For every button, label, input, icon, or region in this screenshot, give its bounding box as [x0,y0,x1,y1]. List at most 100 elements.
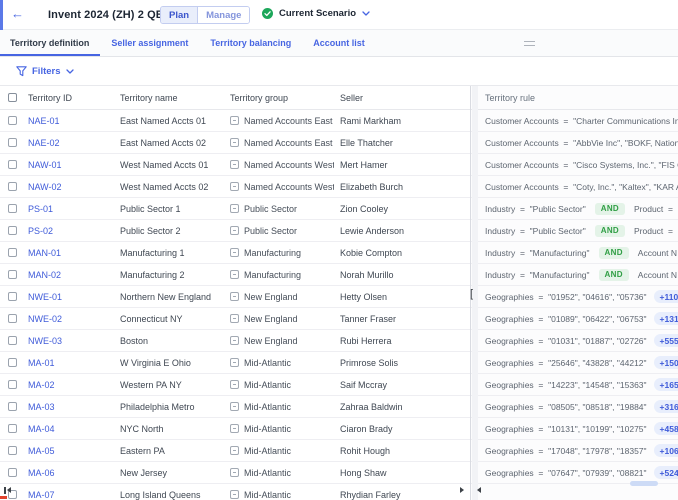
territory-rule-row[interactable]: Customer Accounts = "AbbVie Inc", "BOKF,… [471,132,678,154]
column-header-territory-name[interactable]: Territory name [120,93,230,103]
table-row[interactable]: NAW-01West Named Accts 01Named Accounts … [0,154,470,176]
row-checkbox[interactable] [8,138,17,147]
seller-name: Lewie Anderson [340,226,470,236]
territory-rule-row[interactable]: Geographies = "10131", "10199", "10275"+… [471,418,678,440]
row-checkbox[interactable] [8,424,17,433]
select-all-checkbox[interactable] [8,93,17,102]
table-row[interactable]: MA-02Western PA NYMid-AtlanticSaif Mccra… [0,374,470,396]
territory-rule-row[interactable]: Geographies = "17048", "17978", "18357"+… [471,440,678,462]
column-header-seller[interactable]: Seller [340,93,470,103]
territory-id-link[interactable]: MA-02 [28,380,120,390]
row-checkbox[interactable] [8,226,17,235]
scroll-right-icon[interactable] [460,487,464,493]
territory-rule-row[interactable] [471,484,678,500]
territory-rule-row[interactable]: Customer Accounts = "Coty, Inc.", "Kalte… [471,176,678,198]
row-checkbox[interactable] [8,292,17,301]
tab-territory-balancing[interactable]: Territory balancing [199,30,302,56]
table-row[interactable]: NWE-03BostonNew EnglandRubi Herrera [0,330,470,352]
territory-rule-row[interactable]: Industry = "Manufacturing"ANDAccount N [471,264,678,286]
table-row[interactable]: MA-07Long Island QueensMid-AtlanticRhydi… [0,484,470,500]
territory-rule-row[interactable]: Geographies = "01089", "06422", "06753"+… [471,308,678,330]
row-checkbox[interactable] [8,160,17,169]
table-row[interactable]: MA-01W Virginia E OhioMid-AtlanticPrimro… [0,352,470,374]
territory-id-link[interactable]: MA-07 [28,490,120,500]
territory-rule-row[interactable]: Geographies = "14223", "14548", "15363"+… [471,374,678,396]
more-count-badge[interactable]: +1316 [654,312,678,325]
territory-id-link[interactable]: MA-03 [28,402,120,412]
territory-id-link[interactable]: NWE-03 [28,336,120,346]
scroll-left-icon[interactable] [477,487,481,493]
more-count-badge[interactable]: +1102 [654,290,678,303]
row-checkbox[interactable] [8,248,17,257]
territory-id-link[interactable]: NWE-01 [28,292,120,302]
territory-id-link[interactable]: MA-06 [28,468,120,478]
territory-id-link[interactable]: MA-05 [28,446,120,456]
column-header-territory-rule[interactable]: Territory rule [471,86,678,110]
table-row[interactable]: MAN-02Manufacturing 2ManufacturingNorah … [0,264,470,286]
territory-id-link[interactable]: PS-01 [28,204,120,214]
table-row[interactable]: MA-03Philadelphia MetroMid-AtlanticZahra… [0,396,470,418]
manage-button[interactable]: Manage [197,7,249,23]
more-count-badge[interactable]: +316 [654,400,678,413]
table-row[interactable]: MA-05Eastern PAMid-AtlanticRohit Hough [0,440,470,462]
more-count-badge[interactable]: +555 [654,334,678,347]
table-row[interactable]: NAE-01East Named Accts 01Named Accounts … [0,110,470,132]
territory-id-link[interactable]: MA-01 [28,358,120,368]
row-checkbox[interactable] [8,402,17,411]
row-checkbox[interactable] [8,270,17,279]
tab-territory-definition[interactable]: Territory definition [0,30,100,56]
row-checkbox[interactable] [8,336,17,345]
territory-rule-row[interactable]: Customer Accounts = "Charter Communicati… [471,110,678,132]
table-row[interactable]: NAW-02West Named Accts 02Named Accounts … [0,176,470,198]
territory-id-link[interactable]: PS-02 [28,226,120,236]
drag-handle-icon[interactable] [524,41,535,46]
current-scenario-dropdown[interactable]: Current Scenario [262,8,370,19]
more-count-badge[interactable]: +1657 [654,378,678,391]
territory-rule-row[interactable]: Industry = "Public Sector"ANDProduct = " [471,220,678,242]
row-checkbox[interactable] [8,468,17,477]
more-count-badge[interactable]: +1508 [654,356,678,369]
territory-id-link[interactable]: NAE-02 [28,138,120,148]
territory-id-link[interactable]: NWE-02 [28,314,120,324]
more-count-badge[interactable]: +1060 [654,444,678,457]
tab-account-list[interactable]: Account list [302,30,376,56]
territory-rule-row[interactable]: Geographies = "01952", "04616", "05736"+… [471,286,678,308]
plan-button[interactable]: Plan [161,7,197,23]
territory-rule-row[interactable]: Geographies = "25646", "43828", "44212"+… [471,352,678,374]
table-row[interactable]: MA-06New JerseyMid-AtlanticHong Shaw [0,462,470,484]
table-row[interactable]: NWE-02Connecticut NYNew EnglandTanner Fr… [0,308,470,330]
table-row[interactable]: MA-04NYC NorthMid-AtlanticCiaron Brady [0,418,470,440]
row-checkbox[interactable] [8,358,17,367]
territory-group-icon [230,270,239,279]
territory-id-link[interactable]: MAN-02 [28,270,120,280]
row-checkbox[interactable] [8,204,17,213]
territory-rule-row[interactable]: Industry = "Manufacturing"ANDAccount N [471,242,678,264]
more-count-badge[interactable]: +458 [654,422,678,435]
territory-id-link[interactable]: MAN-01 [28,248,120,258]
territory-rule-row[interactable]: Geographies = "01031", "01887", "02726"+… [471,330,678,352]
row-checkbox[interactable] [8,314,17,323]
table-row[interactable]: MAN-01Manufacturing 1ManufacturingKobie … [0,242,470,264]
territory-id-link[interactable]: NAE-01 [28,116,120,126]
row-checkbox[interactable] [8,116,17,125]
back-arrow-icon[interactable]: ← [11,6,24,22]
territory-id-link[interactable]: MA-04 [28,424,120,434]
table-row[interactable]: NAE-02East Named Accts 02Named Accounts … [0,132,470,154]
column-header-territory-id[interactable]: Territory ID [28,93,120,103]
territory-rule-row[interactable]: Customer Accounts = "Cisco Systems, Inc.… [471,154,678,176]
territory-rule-row[interactable]: Industry = "Public Sector"ANDProduct = " [471,198,678,220]
table-row[interactable]: PS-02Public Sector 2Public SectorLewie A… [0,220,470,242]
row-checkbox[interactable] [8,182,17,191]
territory-id-link[interactable]: NAW-02 [28,182,120,192]
row-checkbox[interactable] [8,380,17,389]
table-row[interactable]: PS-01Public Sector 1Public SectorZion Co… [0,198,470,220]
table-row[interactable]: NWE-01Northern New EnglandNew EnglandHet… [0,286,470,308]
tab-seller-assignment[interactable]: Seller assignment [100,30,199,56]
territory-rule-row[interactable]: Geographies = "08505", "08518", "19884"+… [471,396,678,418]
row-checkbox[interactable] [8,446,17,455]
column-header-territory-group[interactable]: Territory group [230,93,340,103]
territory-id-link[interactable]: NAW-01 [28,160,120,170]
more-count-badge[interactable]: +524 [654,466,678,479]
horizontal-scrollbar-thumb[interactable] [630,481,658,486]
filters-button[interactable]: Filters [16,66,74,77]
